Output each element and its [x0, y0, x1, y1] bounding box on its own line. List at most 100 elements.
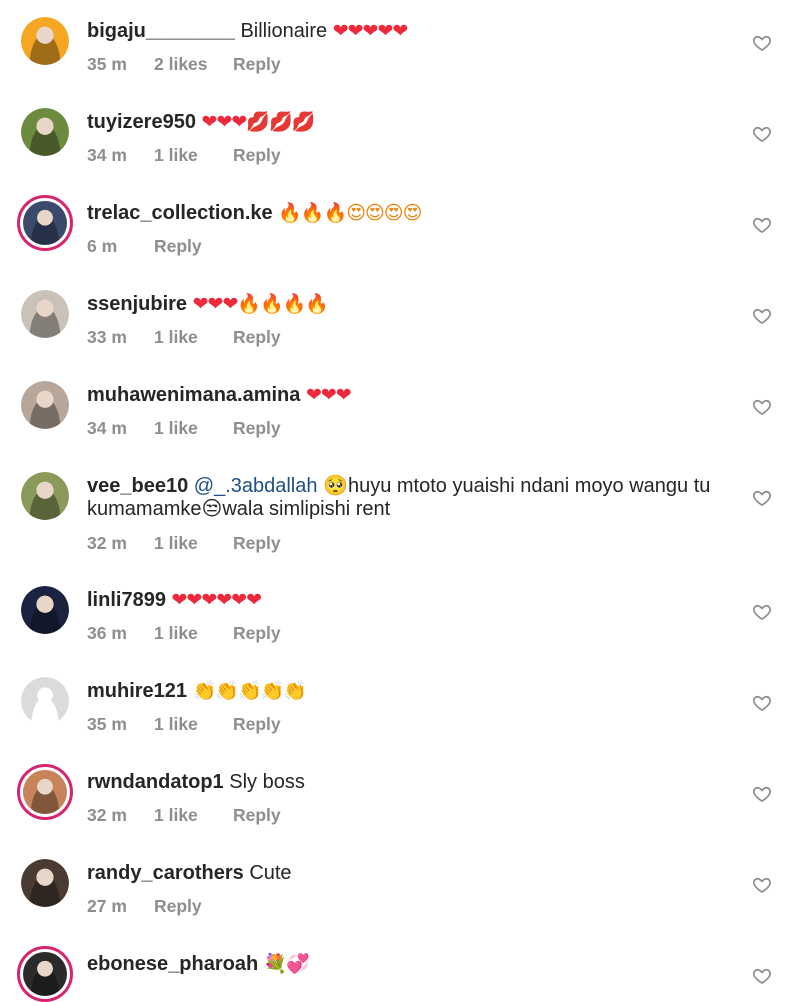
- avatar[interactable]: [21, 472, 69, 520]
- comment-text: randy_carothers Cute: [87, 862, 737, 885]
- username-link[interactable]: muhawenimana.amina: [87, 384, 300, 406]
- likes-count[interactable]: 1 like: [154, 533, 233, 554]
- comment-meta: 32 m 1 like Reply: [87, 533, 281, 554]
- timestamp: 36 m: [87, 623, 127, 643]
- likes-count[interactable]: 1 like: [154, 714, 233, 735]
- comment-text: tuyizere950 ❤❤❤💋💋💋: [87, 111, 737, 134]
- avatar-image: [23, 201, 67, 245]
- avatar[interactable]: [17, 946, 73, 1002]
- avatar-image: [21, 290, 69, 338]
- avatar[interactable]: [21, 381, 69, 429]
- avatar-image: [21, 677, 69, 725]
- timestamp: 35 m: [87, 54, 127, 74]
- mention-link[interactable]: @_.3abdallah: [194, 475, 318, 497]
- username-link[interactable]: trelac_collection.ke: [87, 202, 273, 224]
- like-heart-icon[interactable]: [752, 488, 772, 508]
- comment-meta: 35 m 1 like Reply: [87, 714, 281, 735]
- username-link[interactable]: linli7899: [87, 589, 166, 611]
- comment-text: ssenjubire ❤❤❤🔥🔥🔥🔥: [87, 293, 737, 316]
- likes-count[interactable]: 1 like: [154, 145, 233, 166]
- username-link[interactable]: randy_carothers: [87, 862, 244, 884]
- timestamp: 35 m: [87, 714, 127, 734]
- timestamp: 33 m: [87, 327, 127, 347]
- timestamp: 32 m: [87, 533, 127, 553]
- like-heart-icon[interactable]: [752, 693, 772, 713]
- comment-meta: 34 m 1 like Reply: [87, 145, 281, 166]
- comment-emoji: 💐💞: [263, 953, 310, 975]
- avatar-image: [23, 952, 67, 996]
- comment-meta: 32 m 1 like Reply: [87, 805, 281, 826]
- comment-text: muhawenimana.amina ❤❤❤: [87, 384, 737, 407]
- like-heart-icon[interactable]: [752, 306, 772, 326]
- avatar[interactable]: [21, 859, 69, 907]
- comment-emoji: ❤❤❤🔥🔥🔥🔥: [192, 293, 329, 315]
- like-heart-icon[interactable]: [752, 875, 772, 895]
- username-link[interactable]: rwndandatop1: [87, 771, 224, 793]
- comment-text: ebonese_pharoah 💐💞: [87, 953, 737, 976]
- like-heart-icon[interactable]: [752, 397, 772, 417]
- avatar[interactable]: [21, 108, 69, 156]
- reply-button[interactable]: Reply: [233, 327, 281, 348]
- timestamp: 32 m: [87, 805, 127, 825]
- reply-button[interactable]: Reply: [233, 54, 281, 75]
- comment-emoji: ❤❤❤💋💋💋: [201, 111, 316, 133]
- avatar[interactable]: [21, 586, 69, 634]
- like-heart-icon[interactable]: [752, 124, 772, 144]
- likes-count[interactable]: 1 like: [154, 805, 233, 826]
- reply-button[interactable]: Reply: [233, 145, 281, 166]
- avatar-image: [21, 472, 69, 520]
- avatar[interactable]: [17, 195, 73, 251]
- reply-button[interactable]: Reply: [233, 623, 281, 644]
- username-link[interactable]: muhire121: [87, 680, 187, 702]
- avatar-image: [23, 770, 67, 814]
- username-link[interactable]: tuyizere950: [87, 111, 196, 133]
- comment-text: linli7899 ❤❤❤❤❤❤: [87, 589, 737, 612]
- avatar-image: [21, 859, 69, 907]
- avatar[interactable]: [17, 764, 73, 820]
- avatar[interactable]: [21, 677, 69, 725]
- likes-count[interactable]: 2 likes: [154, 54, 233, 75]
- comment-emoji: ❤❤❤: [305, 384, 352, 406]
- comment-meta: 6 m Reply: [87, 236, 202, 257]
- comment-meta: 33 m 1 like Reply: [87, 327, 281, 348]
- timestamp: 34 m: [87, 145, 127, 165]
- comment-meta: 36 m 1 like Reply: [87, 623, 281, 644]
- reply-button[interactable]: Reply: [154, 896, 202, 917]
- like-heart-icon[interactable]: [752, 966, 772, 986]
- reply-button[interactable]: Reply: [154, 236, 202, 257]
- username-link[interactable]: bigaju________: [87, 20, 235, 42]
- like-heart-icon[interactable]: [752, 215, 772, 235]
- comment-body: Cute: [249, 862, 292, 884]
- like-heart-icon[interactable]: [752, 602, 772, 622]
- comment-text: trelac_collection.ke 🔥🔥🔥😍😍😍😍: [87, 202, 737, 225]
- avatar-image: [21, 108, 69, 156]
- comment-emoji: 🔥🔥🔥😍😍😍😍: [278, 202, 422, 224]
- timestamp: 6 m: [87, 236, 118, 256]
- comment-meta: 34 m 1 like Reply: [87, 418, 281, 439]
- avatar-image: [21, 381, 69, 429]
- username-link[interactable]: ebonese_pharoah: [87, 953, 258, 975]
- username-link[interactable]: vee_bee10: [87, 475, 188, 497]
- reply-button[interactable]: Reply: [233, 533, 281, 554]
- avatar-image: [21, 586, 69, 634]
- reply-button[interactable]: Reply: [233, 418, 281, 439]
- likes-count[interactable]: 1 like: [154, 418, 233, 439]
- like-heart-icon[interactable]: [752, 784, 772, 804]
- timestamp: 27 m: [87, 896, 127, 916]
- comment-emoji: ❤❤❤❤❤❤: [171, 589, 263, 611]
- avatar[interactable]: [21, 17, 69, 65]
- reply-button[interactable]: Reply: [233, 805, 281, 826]
- comment-text: rwndandatop1 Sly boss: [87, 771, 737, 794]
- comment-meta: 35 m 2 likes Reply: [87, 54, 281, 75]
- like-heart-icon[interactable]: [752, 33, 772, 53]
- comment-body: Billionaire: [240, 20, 328, 42]
- comment-text: muhire121 👏👏👏👏👏: [87, 680, 737, 703]
- comment-emoji: 👏👏👏👏👏: [192, 680, 307, 702]
- likes-count[interactable]: 1 like: [154, 327, 233, 348]
- username-link[interactable]: ssenjubire: [87, 293, 187, 315]
- reply-button[interactable]: Reply: [233, 714, 281, 735]
- likes-count[interactable]: 1 like: [154, 623, 233, 644]
- comment-text: bigaju________ Billionaire ❤❤❤❤❤: [87, 20, 737, 43]
- timestamp: 34 m: [87, 418, 127, 438]
- avatar[interactable]: [21, 290, 69, 338]
